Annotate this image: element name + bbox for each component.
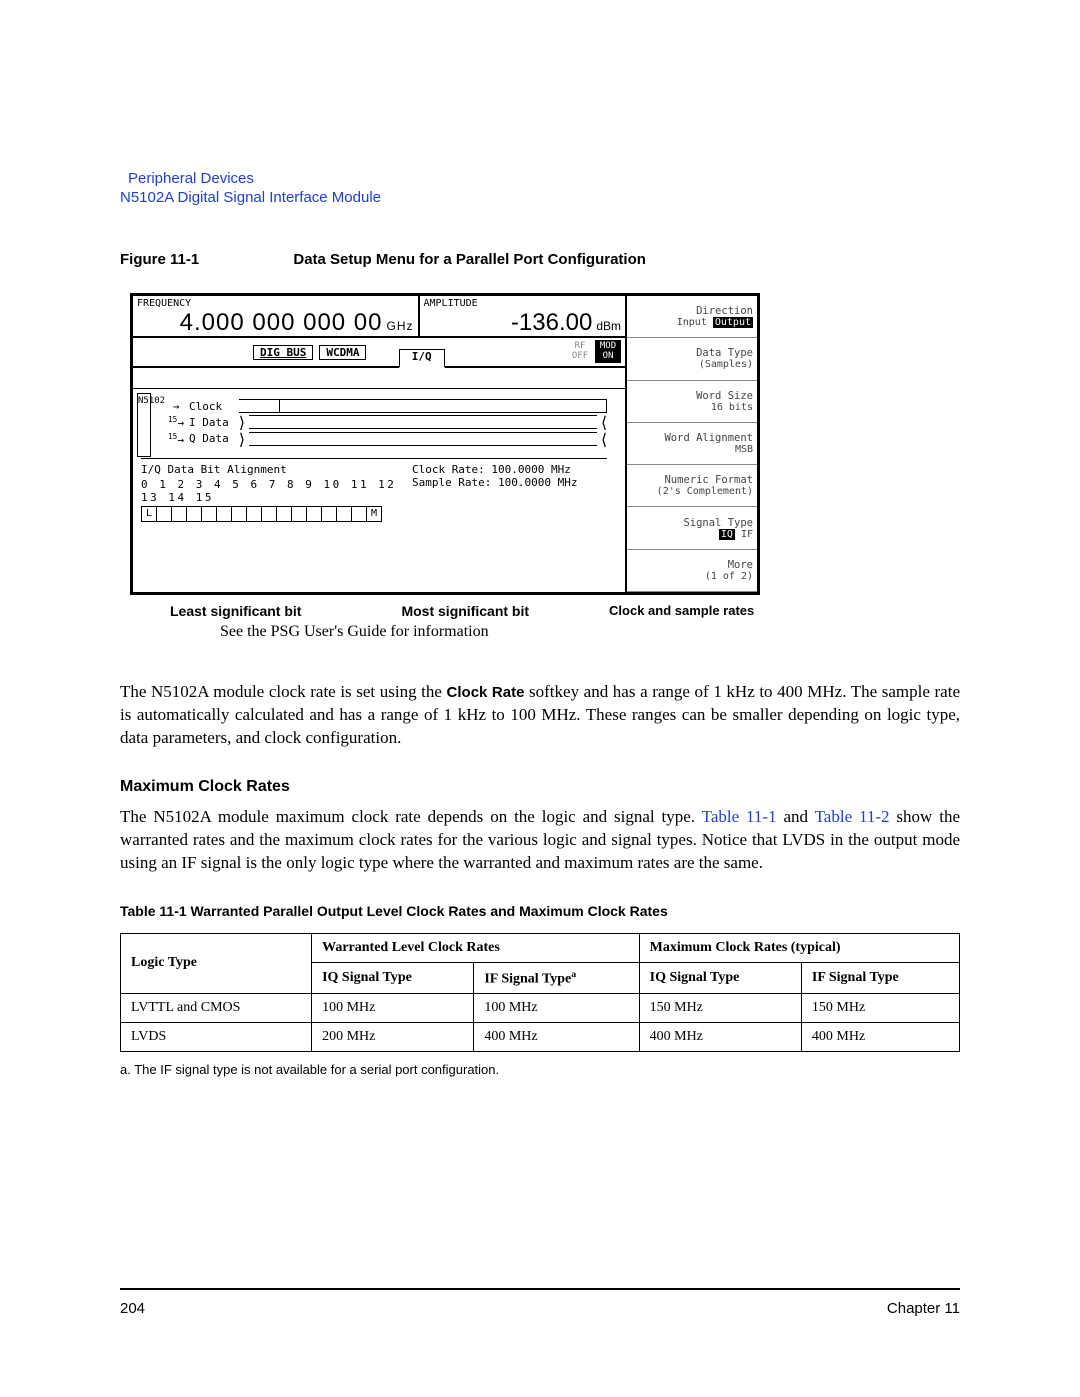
signal-diagram: N5102 →Clock 15→I Data 15→Q Data I/Q Dat… bbox=[133, 389, 625, 592]
i-data-label: I Data bbox=[189, 416, 239, 429]
instrument-screenshot: FREQUENCY 4.000 000 000 00 GHz AMPLITUDE … bbox=[130, 293, 760, 641]
paragraph-2: The N5102A module maximum clock rate dep… bbox=[120, 806, 960, 875]
callout-rates: Clock and sample rates bbox=[609, 603, 754, 619]
sample-rate-value: Sample Rate: 100.0000 MHz bbox=[412, 476, 607, 489]
softkey-numeric-format[interactable]: Numeric Format (2's Complement) bbox=[627, 465, 757, 507]
callout-lsb: Least significant bit bbox=[170, 603, 301, 619]
th-iq-1: IQ Signal Type bbox=[312, 962, 474, 994]
table-row: LVTTL and CMOS 100 MHz 100 MHz 150 MHz 1… bbox=[121, 994, 960, 1023]
clock-rates-table: Logic Type Warranted Level Clock Rates M… bbox=[120, 933, 960, 1053]
softkey-direction[interactable]: Direction Input Output bbox=[627, 296, 757, 338]
frequency-label: FREQUENCY bbox=[137, 298, 414, 309]
rf-state: RFOFF bbox=[567, 340, 593, 363]
amplitude-unit: dBm bbox=[596, 319, 621, 333]
breadcrumb-link[interactable]: Peripheral Devices bbox=[128, 170, 960, 187]
softkey-word-size[interactable]: Word Size 16 bits bbox=[627, 381, 757, 423]
callout-msb: Most significant bit bbox=[401, 603, 529, 619]
th-iq-2: IQ Signal Type bbox=[639, 962, 801, 994]
iq-tab[interactable]: I/Q bbox=[399, 349, 445, 368]
amplitude-readout: AMPLITUDE -136.00 dBm bbox=[420, 296, 626, 336]
th-logic-type: Logic Type bbox=[121, 933, 312, 994]
paragraph-1: The N5102A module clock rate is set usin… bbox=[120, 681, 960, 750]
softkey-data-type[interactable]: Data Type (Samples) bbox=[627, 338, 757, 380]
amplitude-label: AMPLITUDE bbox=[424, 298, 622, 309]
chapter-label: Chapter 11 bbox=[887, 1300, 960, 1317]
table-caption: Table 11-1 Warranted Parallel Output Lev… bbox=[120, 903, 960, 919]
figure-number: Figure 11-1 bbox=[120, 251, 199, 268]
breadcrumb-sub: N5102A Digital Signal Interface Module bbox=[120, 189, 960, 206]
softkey-signal-type[interactable]: Signal Type IQ IF bbox=[627, 507, 757, 549]
q-data-label: Q Data bbox=[189, 432, 239, 445]
clock-rate-value: Clock Rate: 100.0000 MHz bbox=[412, 463, 607, 476]
table-row: LVDS 200 MHz 400 MHz 400 MHz 400 MHz bbox=[121, 1023, 960, 1052]
softkey-more[interactable]: More (1 of 2) bbox=[627, 550, 757, 592]
frequency-unit: GHz bbox=[387, 319, 414, 333]
clock-rate-softkey-ref: Clock Rate bbox=[447, 684, 525, 701]
clock-signal-label: Clock bbox=[189, 400, 239, 413]
status-bar: DIG BUS WCDMA I/Q RFOFF MODON bbox=[133, 338, 625, 368]
table-ref-link[interactable]: Table 11-2 bbox=[815, 807, 890, 826]
mod-state: MODON bbox=[595, 340, 621, 363]
wcdma-indicator: WCDMA bbox=[319, 345, 366, 360]
frequency-readout: FREQUENCY 4.000 000 000 00 GHz bbox=[133, 296, 420, 336]
table-footnote: a. The IF signal type is not available f… bbox=[120, 1062, 960, 1077]
th-warranted: Warranted Level Clock Rates bbox=[312, 933, 640, 962]
bit-numbers: 0 1 2 3 4 5 6 7 8 9 10 11 12 13 14 15 bbox=[141, 478, 402, 504]
softkey-panel: Direction Input Output Data Type (Sample… bbox=[627, 296, 757, 592]
th-if-1: IF Signal Typea bbox=[474, 962, 639, 994]
module-label: N5102 bbox=[137, 393, 151, 457]
section-heading: Maximum Clock Rates bbox=[120, 778, 960, 796]
figure-note: See the PSG User's Guide for information bbox=[220, 623, 760, 641]
dig-bus-indicator: DIG BUS bbox=[253, 345, 313, 360]
th-max: Maximum Clock Rates (typical) bbox=[639, 933, 959, 962]
figure-caption: Figure 11-1 Data Setup Menu for a Parall… bbox=[120, 251, 960, 268]
page-footer: 204 Chapter 11 bbox=[120, 1288, 960, 1317]
table-ref-link[interactable]: Table 11-1 bbox=[702, 807, 777, 826]
document-page: Peripheral Devices N5102A Digital Signal… bbox=[0, 0, 1080, 1397]
figure-title: Data Setup Menu for a Parallel Port Conf… bbox=[293, 251, 646, 268]
bit-alignment-boxes: LM bbox=[141, 506, 402, 522]
bit-alignment-title: I/Q Data Bit Alignment bbox=[141, 463, 402, 476]
softkey-word-alignment[interactable]: Word Alignment MSB bbox=[627, 423, 757, 465]
page-number: 204 bbox=[120, 1300, 145, 1317]
th-if-2: IF Signal Type bbox=[801, 962, 959, 994]
frequency-value: 4.000 000 000 00 bbox=[180, 309, 383, 336]
amplitude-value: -136.00 bbox=[511, 309, 592, 336]
